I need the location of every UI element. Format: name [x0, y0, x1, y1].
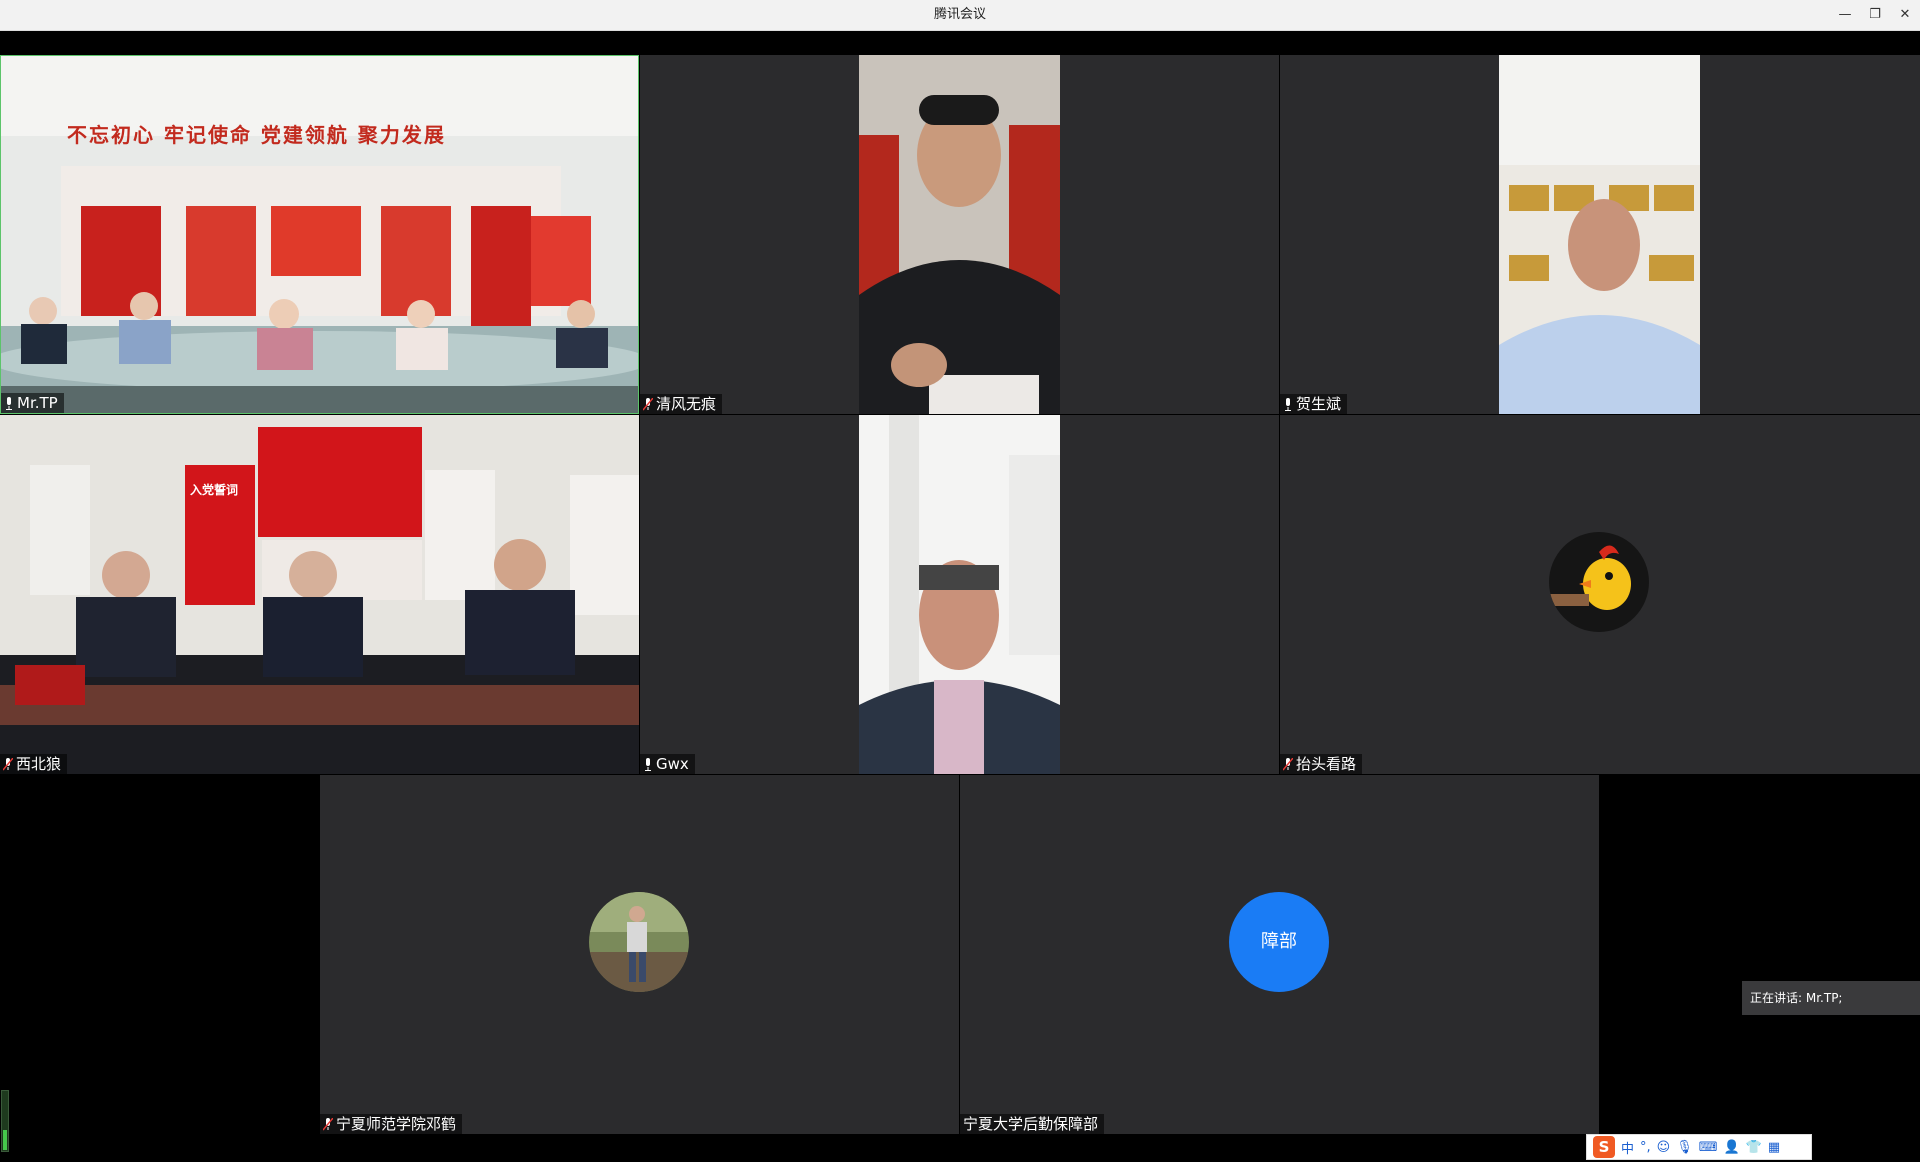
sogou-logo-icon[interactable]: S: [1593, 1136, 1615, 1158]
participant-name: Gwx: [656, 755, 689, 773]
participant-name: 贺生斌: [1296, 395, 1342, 413]
video-tile-houqin[interactable]: 障部 宁夏大学后勤保障部: [960, 775, 1599, 1134]
mic-muted-icon: [323, 1117, 333, 1130]
speaking-indicator: 正在讲话: Mr.TP;: [1742, 981, 1920, 1015]
video-banner-text: 不忘初心 牢记使命 党建领航 聚力发展: [67, 123, 446, 147]
video-oath-text: 入党誓词: [190, 483, 239, 497]
video-feed: [1, 56, 638, 413]
window-title: 腾讯会议: [933, 7, 986, 22]
restore-button[interactable]: ❐: [1860, 0, 1890, 30]
participant-name-bar: 贺生斌: [1280, 394, 1348, 414]
ime-toolbar[interactable]: S 中 °, ☺ 🎙 ⌨ 👤 👕 ▦: [1586, 1134, 1812, 1160]
ime-punct[interactable]: °,: [1640, 1140, 1651, 1155]
video-tile-mr-tp[interactable]: 不忘初心 牢记使命 党建领航 聚力发展 Mr.TP: [0, 55, 639, 414]
video-feed: [0, 415, 639, 774]
participant-name-bar: Gwx: [640, 754, 695, 774]
participant-name: Mr.TP: [17, 394, 58, 412]
user-icon[interactable]: 👤: [1724, 1140, 1740, 1155]
video-tile-taitoukanlu[interactable]: 抬头看路: [1280, 415, 1920, 774]
mic-on-icon: [1285, 397, 1291, 411]
video-tile-gwx[interactable]: Gwx: [640, 415, 1279, 774]
mic-icon[interactable]: 🎙: [1676, 1140, 1693, 1155]
video-image: [859, 415, 1060, 774]
participant-name: 西北狼: [16, 755, 62, 773]
video-tile-qingfeng[interactable]: 清风无痕: [640, 55, 1279, 414]
video-tile-denghe[interactable]: 宁夏师范学院邓鹤: [320, 775, 959, 1134]
participant-name-bar: 宁夏师范学院邓鹤: [320, 1114, 463, 1134]
audio-level-fill: [3, 1130, 7, 1150]
video-tile-heshengbin[interactable]: 贺生斌: [1280, 55, 1920, 414]
close-button[interactable]: ✕: [1890, 0, 1920, 30]
grid-icon[interactable]: ▦: [1768, 1140, 1780, 1155]
mic-muted-icon: [3, 757, 13, 770]
participant-name-bar: Mr.TP: [1, 393, 64, 413]
participant-avatar-text: 障部: [1229, 892, 1329, 992]
video-feed: [859, 55, 1060, 414]
title-bar: 腾讯会议 — ❐ ✕: [0, 0, 1920, 31]
participant-name: 宁夏大学后勤保障部: [963, 1115, 1099, 1133]
video-feed: [1499, 55, 1700, 414]
participant-name-bar: 西北狼: [0, 754, 68, 774]
video-image: [1499, 55, 1700, 414]
photo-avatar-icon: [589, 892, 689, 992]
chick-avatar-icon: [1549, 532, 1649, 632]
mic-on-icon: [645, 757, 651, 771]
mic-muted-icon: [643, 397, 653, 410]
mic-muted-icon: [1283, 757, 1293, 770]
participant-name: 宁夏师范学院邓鹤: [336, 1115, 457, 1133]
keyboard-icon[interactable]: ⌨: [1699, 1140, 1718, 1155]
video-image: [859, 55, 1060, 414]
participant-name: 抬头看路: [1296, 755, 1357, 773]
mic-on-icon: [6, 396, 12, 410]
participant-name-bar: 宁夏大学后勤保障部: [960, 1114, 1105, 1134]
top-strip: [0, 31, 1920, 55]
participant-name-bar: 清风无痕: [640, 394, 723, 414]
video-feed: [859, 415, 1060, 774]
participant-avatar: [1549, 532, 1649, 632]
ime-mode[interactable]: 中: [1621, 1138, 1634, 1157]
emoji-icon[interactable]: ☺: [1657, 1140, 1671, 1155]
shirt-icon[interactable]: 👕: [1746, 1140, 1762, 1155]
speaking-text: 正在讲话: Mr.TP;: [1750, 991, 1843, 1005]
audio-level-meter: [1, 1090, 9, 1152]
participant-avatar: [589, 892, 689, 992]
video-tile-xibeilang[interactable]: 入党誓词 西北狼: [0, 415, 639, 774]
participant-name: 清风无痕: [656, 395, 717, 413]
minimize-button[interactable]: —: [1830, 0, 1860, 30]
participant-name-bar: 抬头看路: [1280, 754, 1363, 774]
